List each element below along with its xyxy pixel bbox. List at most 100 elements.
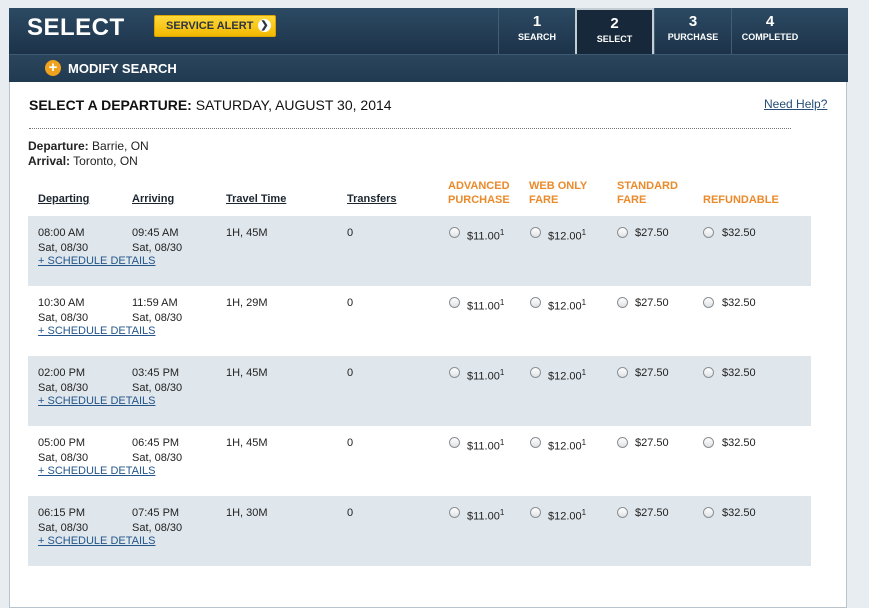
fare-price: $11.00	[467, 230, 500, 243]
fare-radio-web-only[interactable]	[530, 227, 541, 238]
departure-value: Barrie, ON	[92, 139, 149, 153]
fare-radio-refundable[interactable]	[703, 367, 714, 378]
arriving-date: Sat, 08/30	[132, 312, 183, 324]
header-line: STANDARD	[617, 180, 678, 192]
column-header-departing[interactable]: Departing	[38, 193, 89, 205]
divider	[29, 128, 791, 129]
departure-info: Departure: Barrie, ON	[28, 139, 149, 153]
fare-radio-web-only[interactable]	[530, 437, 541, 448]
fare-radio-advanced[interactable]	[449, 507, 460, 518]
table-row: 08:00 AM Sat, 08/30 09:45 AM Sat, 08/30 + …	[28, 216, 811, 286]
fare-radio-refundable[interactable]	[703, 437, 714, 448]
fare-radio-standard[interactable]	[617, 227, 628, 238]
travel-time: 1H, 45M	[226, 227, 268, 239]
departing-cell: 05:00 PM Sat, 08/30	[38, 436, 88, 466]
fare-web-only: $12.001	[548, 508, 586, 523]
fare-refundable: $32.50	[722, 367, 756, 379]
fare-radio-advanced[interactable]	[449, 227, 460, 238]
fare-radio-web-only[interactable]	[530, 297, 541, 308]
arriving-cell: 07:45 PM Sat, 08/30	[132, 506, 182, 536]
column-header-arriving[interactable]: Arriving	[132, 193, 174, 205]
fare-radio-standard[interactable]	[617, 367, 628, 378]
step-label: PURCHASE	[667, 32, 719, 42]
fare-radio-refundable[interactable]	[703, 297, 714, 308]
step-search[interactable]: 1 SEARCH	[498, 8, 575, 54]
fare-footnote: 1	[499, 228, 505, 237]
table-row: 06:15 PM Sat, 08/30 07:45 PM Sat, 08/30 + …	[28, 496, 811, 566]
step-completed: 4 COMPLETED	[731, 8, 808, 54]
arriving-time: 03:45 PM	[132, 367, 180, 379]
step-label: COMPLETED	[741, 32, 799, 42]
departing-time: 05:00 PM	[38, 437, 86, 449]
fare-web-only: $12.001	[548, 368, 586, 383]
fare-price: $11.00	[467, 300, 500, 313]
fare-advanced: $11.001	[467, 228, 504, 243]
schedule-details-link[interactable]: + SCHEDULE DETAILS	[38, 255, 155, 267]
step-label: SELECT	[596, 34, 633, 44]
step-select: 2 SELECT	[575, 8, 654, 62]
fare-radio-refundable[interactable]	[703, 227, 714, 238]
step-number: 2	[610, 15, 619, 32]
table-row: 02:00 PM Sat, 08/30 03:45 PM Sat, 08/30 + …	[28, 356, 811, 426]
service-alert-button[interactable]: SERVICE ALERT ❯	[154, 15, 276, 37]
schedule-details-link[interactable]: + SCHEDULE DETAILS	[38, 325, 155, 337]
page-title: SELECT	[27, 14, 125, 41]
fare-advanced: $11.001	[467, 368, 504, 383]
arriving-date: Sat, 08/30	[132, 452, 183, 464]
modify-search-button[interactable]: + MODIFY SEARCH	[45, 60, 177, 76]
header-line: PURCHASE	[448, 194, 510, 206]
fare-price: $11.00	[467, 370, 500, 383]
fare-price: $12.00	[548, 440, 582, 453]
fare-radio-advanced[interactable]	[449, 367, 460, 378]
fare-footnote: 1	[581, 508, 587, 517]
column-header-web-only-fare: WEB ONLY FARE	[529, 179, 587, 207]
column-header-advanced-purchase: ADVANCED PURCHASE	[448, 179, 510, 207]
fare-footnote: 1	[499, 438, 505, 447]
departing-date: Sat, 08/30	[38, 522, 89, 534]
fare-advanced: $11.001	[467, 508, 504, 523]
fare-footnote: 1	[581, 438, 587, 447]
fare-radio-web-only[interactable]	[530, 367, 541, 378]
fare-standard: $27.50	[635, 367, 669, 379]
fare-footnote: 1	[581, 368, 587, 377]
fare-radio-web-only[interactable]	[530, 507, 541, 518]
fare-radio-standard[interactable]	[617, 437, 628, 448]
fare-web-only: $12.001	[548, 298, 586, 313]
transfers: 0	[347, 227, 354, 239]
arrival-info: Arrival: Toronto, ON	[28, 154, 138, 168]
fare-radio-advanced[interactable]	[449, 297, 460, 308]
fare-refundable: $32.50	[722, 297, 756, 309]
fare-radio-standard[interactable]	[617, 507, 628, 518]
arriving-date: Sat, 08/30	[132, 242, 183, 254]
schedule-details-link[interactable]: + SCHEDULE DETAILS	[38, 395, 155, 407]
departing-time: 06:15 PM	[38, 507, 86, 519]
fare-price: $11.00	[467, 510, 500, 523]
travel-time: 1H, 45M	[226, 367, 268, 379]
fare-radio-standard[interactable]	[617, 297, 628, 308]
departing-cell: 02:00 PM Sat, 08/30	[38, 366, 88, 396]
step-label: SEARCH	[517, 32, 556, 42]
travel-time: 1H, 29M	[226, 297, 268, 309]
fare-radio-advanced[interactable]	[449, 437, 460, 448]
arriving-cell: 11:59 AM Sat, 08/30	[132, 296, 182, 326]
fare-price: $12.00	[548, 230, 582, 243]
departing-date: Sat, 08/30	[38, 242, 89, 254]
arriving-time: 11:59 AM	[132, 297, 178, 309]
fare-refundable: $32.50	[722, 437, 756, 449]
column-header-transfers[interactable]: Transfers	[347, 193, 397, 205]
fare-footnote: 1	[581, 298, 587, 307]
step-number: 4	[765, 13, 775, 30]
need-help-link[interactable]: Need Help?	[764, 97, 827, 111]
schedule-details-link[interactable]: + SCHEDULE DETAILS	[38, 535, 155, 547]
fare-radio-refundable[interactable]	[703, 507, 714, 518]
departing-time: 08:00 AM	[38, 227, 85, 239]
departing-time: 10:30 AM	[38, 297, 85, 309]
column-header-travel-time[interactable]: Travel Time	[226, 193, 286, 205]
fare-price: $12.00	[548, 370, 582, 383]
fare-price: $12.00	[548, 510, 582, 523]
fare-price: $12.00	[548, 300, 582, 313]
header-line: WEB ONLY	[529, 180, 588, 192]
schedule-details-link[interactable]: + SCHEDULE DETAILS	[38, 465, 155, 477]
progress-steps: 1 SEARCH 2 SELECT 3 PURCHASE 4 COMPLETED	[498, 8, 808, 62]
column-header-refundable: REFUNDABLE	[703, 194, 779, 206]
